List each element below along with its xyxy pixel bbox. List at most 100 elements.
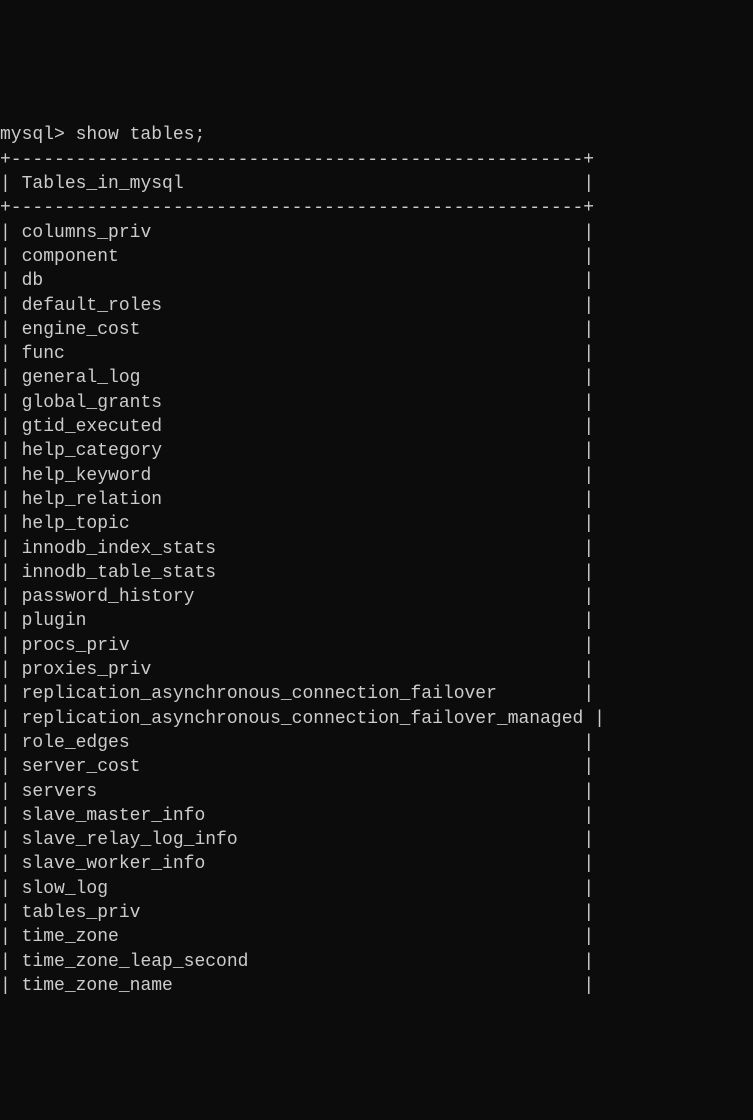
table-row: | component | xyxy=(0,247,594,267)
table-name: servers xyxy=(22,782,573,802)
table-row: | engine_cost | xyxy=(0,320,594,340)
table-row: | gtid_executed | xyxy=(0,417,594,437)
table-name: slave_worker_info xyxy=(22,854,573,874)
table-body: | columns_priv | | component | | db | | … xyxy=(0,221,753,999)
pipe-icon: | xyxy=(0,271,11,291)
pipe-icon: | xyxy=(583,417,594,437)
pipe-icon: | xyxy=(583,879,594,899)
pipe-icon: | xyxy=(594,709,605,729)
pipe-icon: | xyxy=(583,466,594,486)
pipe-icon: | xyxy=(0,611,11,631)
pipe-icon: | xyxy=(0,296,11,316)
pipe-icon: | xyxy=(0,733,11,753)
pipe-icon: | xyxy=(0,417,11,437)
table-name: global_grants xyxy=(22,393,573,413)
table-row: | server_cost | xyxy=(0,757,594,777)
sql-command: show tables; xyxy=(76,125,206,145)
pipe-icon: | xyxy=(583,733,594,753)
table-name: slave_master_info xyxy=(22,806,573,826)
table-name: help_topic xyxy=(22,514,573,534)
prompt-line[interactable]: mysql> show tables; xyxy=(0,125,205,145)
table-row: | time_zone_name | xyxy=(0,976,594,996)
mysql-prompt: mysql> xyxy=(0,125,65,145)
pipe-icon: | xyxy=(0,174,11,194)
table-name: role_edges xyxy=(22,733,573,753)
pipe-icon: | xyxy=(583,539,594,559)
pipe-icon: | xyxy=(583,223,594,243)
table-name: innodb_table_stats xyxy=(22,563,573,583)
table-name: slow_log xyxy=(22,879,573,899)
table-name: server_cost xyxy=(22,757,573,777)
table-row: | innodb_index_stats | xyxy=(0,539,594,559)
pipe-icon: | xyxy=(0,806,11,826)
table-border-mid: +---------------------------------------… xyxy=(0,198,594,218)
table-name: db xyxy=(22,271,573,291)
pipe-icon: | xyxy=(0,952,11,972)
pipe-icon: | xyxy=(583,490,594,510)
pipe-icon: | xyxy=(583,830,594,850)
pipe-icon: | xyxy=(583,903,594,923)
table-row: | time_zone_leap_second | xyxy=(0,952,594,972)
table-name: engine_cost xyxy=(22,320,573,340)
pipe-icon: | xyxy=(583,757,594,777)
table-name: tables_priv xyxy=(22,903,573,923)
table-name: general_log xyxy=(22,368,573,388)
table-name: default_roles xyxy=(22,296,573,316)
table-row: | replication_asynchronous_connection_fa… xyxy=(0,684,594,704)
pipe-icon: | xyxy=(0,223,11,243)
table-row: | default_roles | xyxy=(0,296,594,316)
table-name: help_category xyxy=(22,441,573,461)
pipe-icon: | xyxy=(0,684,11,704)
pipe-icon: | xyxy=(583,344,594,364)
table-row: | slave_worker_info | xyxy=(0,854,594,874)
table-name: innodb_index_stats xyxy=(22,539,573,559)
table-header-row: | Tables_in_mysql | xyxy=(0,174,594,194)
pipe-icon: | xyxy=(0,466,11,486)
pipe-icon: | xyxy=(0,757,11,777)
pipe-icon: | xyxy=(583,684,594,704)
pipe-icon: | xyxy=(583,854,594,874)
pipe-icon: | xyxy=(583,393,594,413)
pipe-icon: | xyxy=(583,976,594,996)
table-row: | db | xyxy=(0,271,594,291)
pipe-icon: | xyxy=(583,563,594,583)
pipe-icon: | xyxy=(0,514,11,534)
pipe-icon: | xyxy=(583,587,594,607)
pipe-icon: | xyxy=(583,296,594,316)
table-name: component xyxy=(22,247,573,267)
table-row: | time_zone | xyxy=(0,927,594,947)
table-name: replication_asynchronous_connection_fail… xyxy=(22,709,584,729)
table-row: | general_log | xyxy=(0,368,594,388)
table-name: plugin xyxy=(22,611,573,631)
pipe-icon: | xyxy=(0,344,11,364)
table-row: | func | xyxy=(0,344,594,364)
table-name: func xyxy=(22,344,573,364)
table-row: | help_topic | xyxy=(0,514,594,534)
table-row: | procs_priv | xyxy=(0,636,594,656)
pipe-icon: | xyxy=(0,636,11,656)
column-header: Tables_in_mysql xyxy=(22,174,573,194)
table-row: | password_history | xyxy=(0,587,594,607)
pipe-icon: | xyxy=(0,854,11,874)
pipe-icon: | xyxy=(0,709,11,729)
table-name: help_keyword xyxy=(22,466,573,486)
table-row: | role_edges | xyxy=(0,733,594,753)
table-row: | slow_log | xyxy=(0,879,594,899)
pipe-icon: | xyxy=(0,368,11,388)
table-name: help_relation xyxy=(22,490,573,510)
pipe-icon: | xyxy=(0,247,11,267)
table-name: replication_asynchronous_connection_fail… xyxy=(22,684,573,704)
table-name: time_zone xyxy=(22,927,573,947)
table-name: slave_relay_log_info xyxy=(22,830,573,850)
table-row: | slave_relay_log_info | xyxy=(0,830,594,850)
table-row: | plugin | xyxy=(0,611,594,631)
pipe-icon: | xyxy=(0,660,11,680)
table-name: password_history xyxy=(22,587,573,607)
pipe-icon: | xyxy=(0,879,11,899)
pipe-icon: | xyxy=(0,393,11,413)
pipe-icon: | xyxy=(583,441,594,461)
pipe-icon: | xyxy=(0,587,11,607)
pipe-icon: | xyxy=(583,952,594,972)
table-row: | help_relation | xyxy=(0,490,594,510)
table-row: | slave_master_info | xyxy=(0,806,594,826)
